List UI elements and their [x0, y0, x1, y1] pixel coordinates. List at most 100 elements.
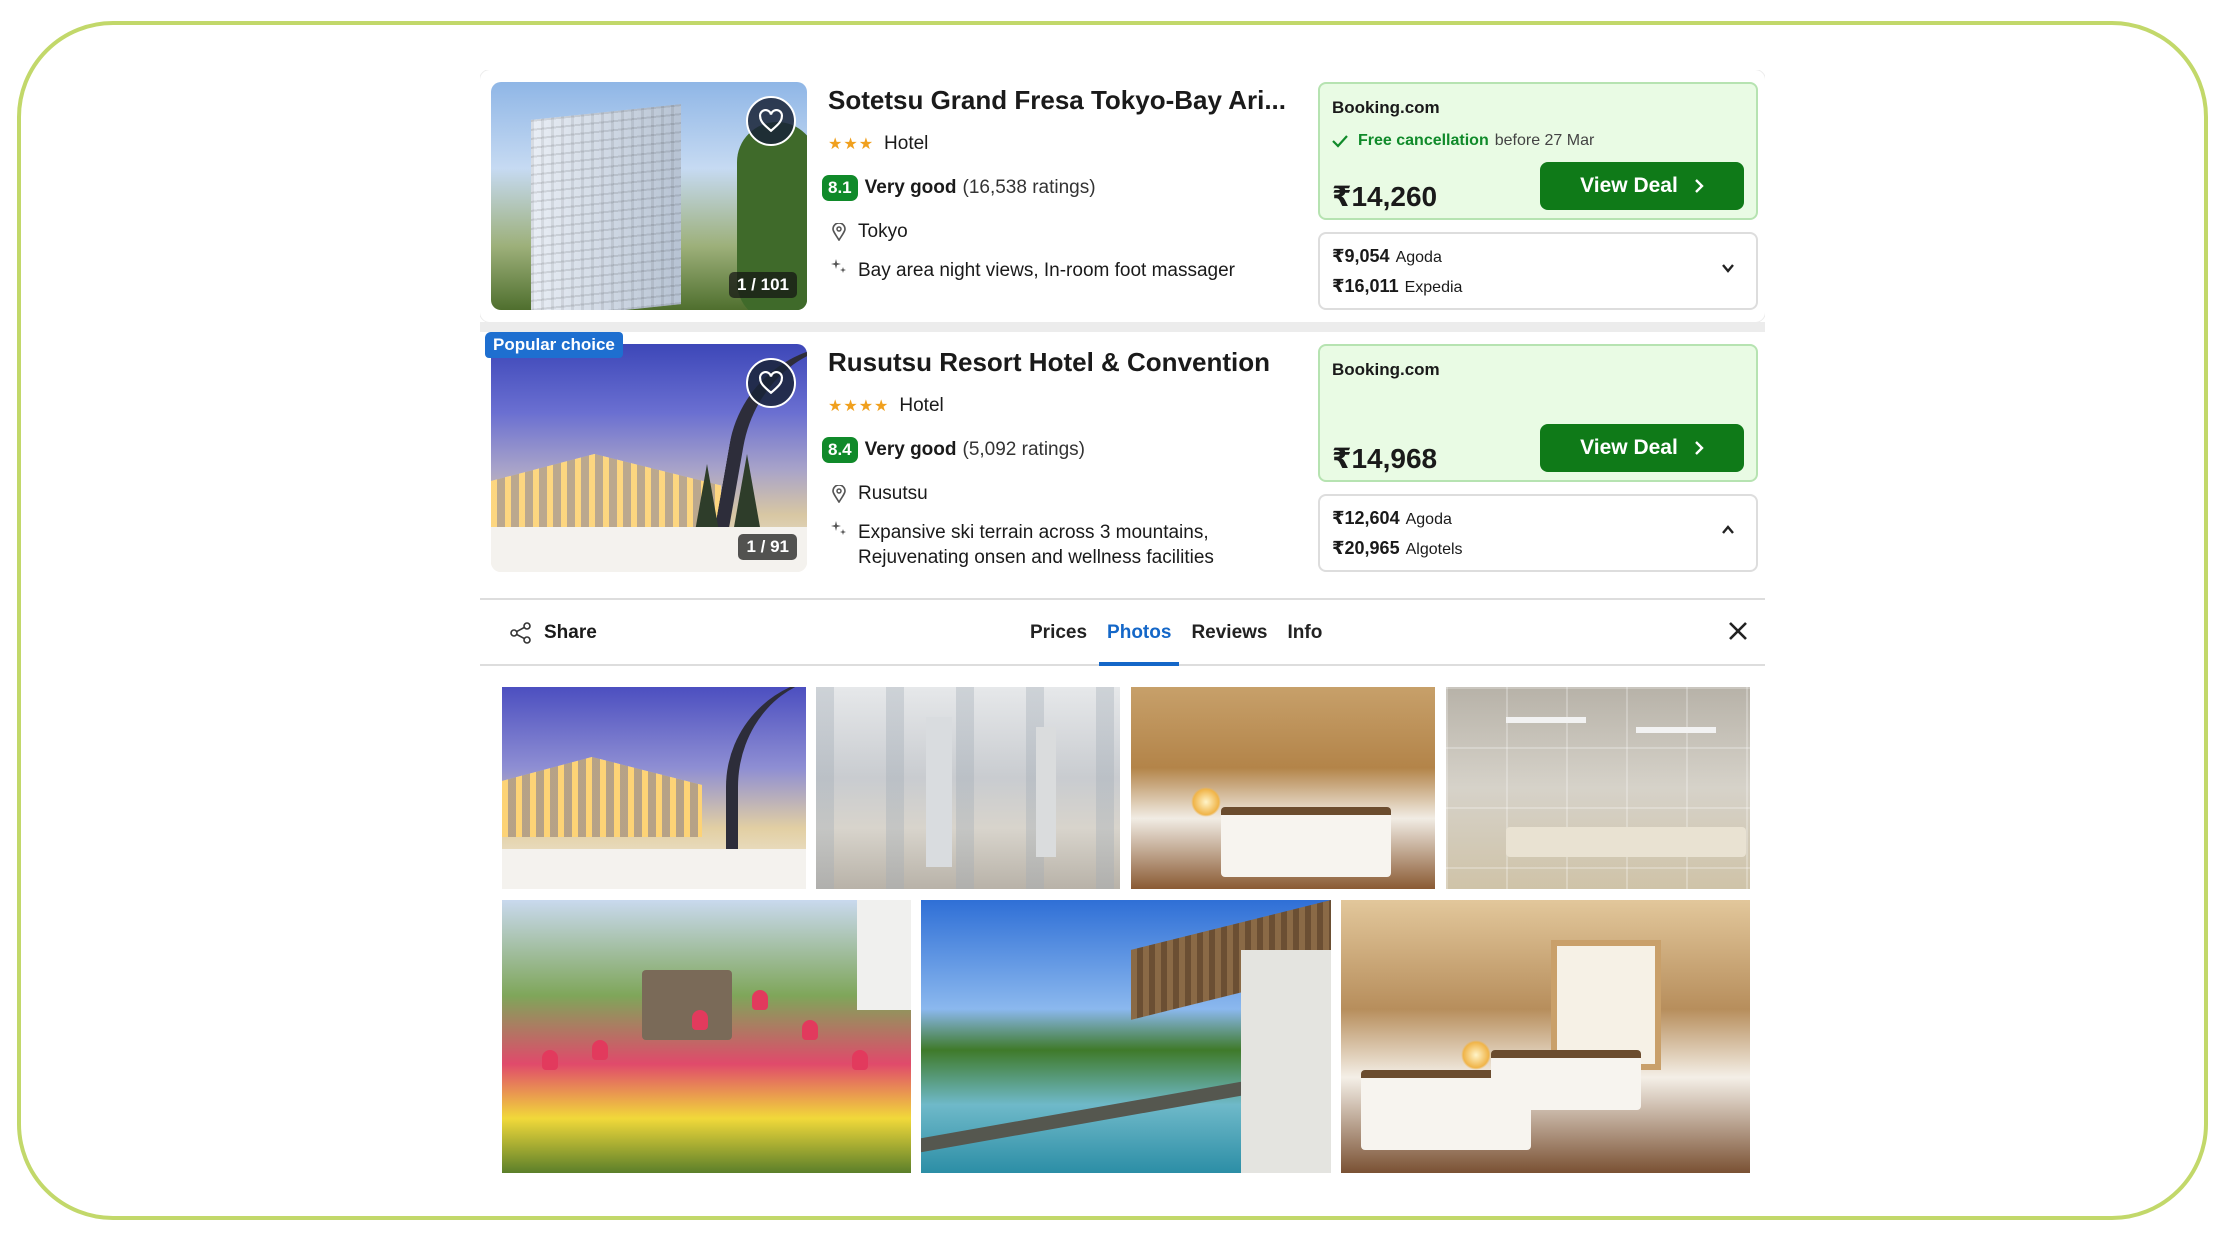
review-summary[interactable]: 8.4 Very good (5,092 ratings): [822, 432, 1298, 468]
chevron-up-icon[interactable]: [1720, 522, 1736, 538]
details-tab-bar: Share Prices Photos Reviews Info: [480, 598, 1765, 666]
alt-price-row: ₹20,965 Algotels: [1332, 538, 1463, 559]
hotel-name[interactable]: Sotetsu Grand Fresa Tokyo-Bay Ari...: [828, 82, 1298, 118]
location-name: Rusutsu: [858, 483, 928, 504]
deal-price: ₹14,968: [1332, 443, 1438, 474]
alt-price: ₹12,604: [1332, 508, 1400, 528]
ratings-count: (16,538 ratings): [962, 177, 1096, 198]
hotel-photo[interactable]: 1 / 91: [491, 344, 807, 572]
hotel-building-image: [531, 104, 681, 310]
chevron-down-icon[interactable]: [1720, 260, 1736, 276]
hotel-class: ★★★★ Hotel: [828, 388, 1298, 424]
wall-image: [1241, 950, 1331, 1173]
ratings-count: (5,092 ratings): [962, 439, 1086, 460]
cancel-label: Free cancellation: [1358, 132, 1489, 149]
review-summary[interactable]: 8.1 Very good (16,538 ratings): [822, 170, 1298, 206]
deal-provider: Booking.com: [1332, 98, 1440, 117]
tulip-image: [752, 990, 768, 1010]
lamp-image: [1191, 787, 1221, 817]
bed-image: [1491, 1050, 1641, 1110]
deal-price: ₹14,260: [1332, 181, 1438, 212]
review-score: 8.1: [822, 175, 858, 201]
sign-image: [642, 970, 732, 1040]
pin-icon: [828, 223, 850, 241]
hotel-location[interactable]: Rusutsu: [828, 476, 1298, 512]
alt-provider: Algotels: [1405, 541, 1463, 558]
gallery-photo[interactable]: [502, 900, 911, 1173]
amenity-line: Bay area night views, In-room foot massa…: [858, 260, 1236, 281]
star-rating: ★★★★: [828, 398, 890, 415]
gallery-photo[interactable]: [816, 687, 1120, 889]
view-deal-label: View Deal: [1580, 436, 1678, 459]
amenity-line: Rejuvenating onsen and wellness faciliti…: [858, 547, 1214, 568]
hotel-info: Sotetsu Grand Fresa Tokyo-Bay Ari... ★★★…: [822, 82, 1298, 283]
alt-price-row: ₹9,054 Agoda: [1332, 246, 1442, 267]
lobby-pillar-image: [926, 717, 952, 867]
hotel-card[interactable]: 1 / 101 Sotetsu Grand Fresa Tokyo-Bay Ar…: [480, 70, 1765, 322]
chevron-right-icon: [1694, 179, 1704, 193]
deal-provider: Booking.com: [1332, 360, 1440, 379]
star-rating: ★★★: [828, 136, 875, 153]
hotel-name[interactable]: Rusutsu Resort Hotel & Convention: [828, 344, 1298, 380]
favorite-button[interactable]: [746, 96, 796, 146]
share-label: Share: [544, 622, 597, 643]
alt-price: ₹20,965: [1332, 538, 1400, 558]
view-deal-button[interactable]: View Deal: [1540, 424, 1744, 472]
favorite-button[interactable]: [746, 358, 796, 408]
hotel-class: ★★★ Hotel: [828, 126, 1298, 162]
amenities: Expansive ski terrain across 3 mountains…: [828, 520, 1298, 570]
check-icon: [1332, 135, 1348, 148]
hotel-type: Hotel: [899, 395, 944, 416]
other-prices[interactable]: ₹12,604 Agoda ₹20,965 Algotels: [1318, 494, 1758, 572]
tab-prices[interactable]: Prices: [1022, 600, 1095, 666]
gallery-photo[interactable]: [1341, 900, 1750, 1173]
alt-price-row: ₹12,604 Agoda: [1332, 508, 1452, 529]
tab-info[interactable]: Info: [1279, 600, 1330, 666]
lamp-image: [1461, 1040, 1491, 1070]
gallery-photo[interactable]: [1446, 687, 1750, 889]
featured-deal[interactable]: Booking.com ₹14,968 View Deal: [1318, 344, 1758, 482]
heart-icon: [759, 371, 783, 395]
hotel-location[interactable]: Tokyo: [828, 214, 1298, 250]
share-button[interactable]: Share: [510, 622, 597, 644]
resort-building-image: [502, 757, 702, 837]
alt-price-row: ₹16,011 Expedia: [1332, 276, 1462, 297]
bed-image: [1221, 807, 1391, 877]
alt-provider: Agoda: [1395, 249, 1442, 266]
amenities: Bay area night views, In-room foot massa…: [828, 258, 1298, 283]
building-image: [857, 900, 911, 1010]
sparkle-icon: [828, 520, 850, 536]
pool-edge-image: [921, 1081, 1241, 1153]
hotel-info: Rusutsu Resort Hotel & Convention ★★★★ H…: [822, 344, 1298, 570]
alt-price: ₹16,011: [1332, 276, 1399, 296]
popular-badge: Popular choice: [485, 332, 623, 358]
other-prices[interactable]: ₹9,054 Agoda ₹16,011 Expedia: [1318, 232, 1758, 310]
lobby-pillar-image: [1036, 727, 1056, 857]
gallery-photo[interactable]: [1131, 687, 1435, 889]
alt-provider: Agoda: [1405, 511, 1452, 528]
hotel-photo[interactable]: 1 / 101: [491, 82, 807, 310]
close-icon[interactable]: [1727, 620, 1749, 642]
alt-provider: Expedia: [1404, 279, 1463, 296]
tulip-image: [852, 1050, 868, 1070]
rating-label: Very good: [864, 439, 957, 460]
free-cancellation: Free cancellation before 27 Mar: [1332, 132, 1594, 150]
sparkle-icon: [828, 258, 850, 274]
featured-deal[interactable]: Booking.com Free cancellation before 27 …: [1318, 82, 1758, 220]
snow-image: [502, 849, 806, 889]
heart-icon: [759, 109, 783, 133]
vanity-image: [1506, 827, 1746, 857]
alt-price: ₹9,054: [1332, 246, 1390, 266]
tab-reviews[interactable]: Reviews: [1183, 600, 1275, 666]
tulip-image: [592, 1040, 608, 1060]
gallery-photo[interactable]: [502, 687, 806, 889]
gallery-photo[interactable]: [921, 900, 1331, 1173]
photo-counter: 1 / 91: [738, 534, 797, 560]
tab-photos[interactable]: Photos: [1099, 600, 1180, 666]
hotel-card[interactable]: Popular choice 1 / 91 Rusutsu Resort Hot…: [480, 332, 1765, 584]
review-score: 8.4: [822, 437, 858, 463]
chevron-right-icon: [1694, 441, 1704, 455]
cancel-date: before 27 Mar: [1494, 132, 1595, 149]
card-separator: [480, 322, 1765, 332]
view-deal-button[interactable]: View Deal: [1540, 162, 1744, 210]
